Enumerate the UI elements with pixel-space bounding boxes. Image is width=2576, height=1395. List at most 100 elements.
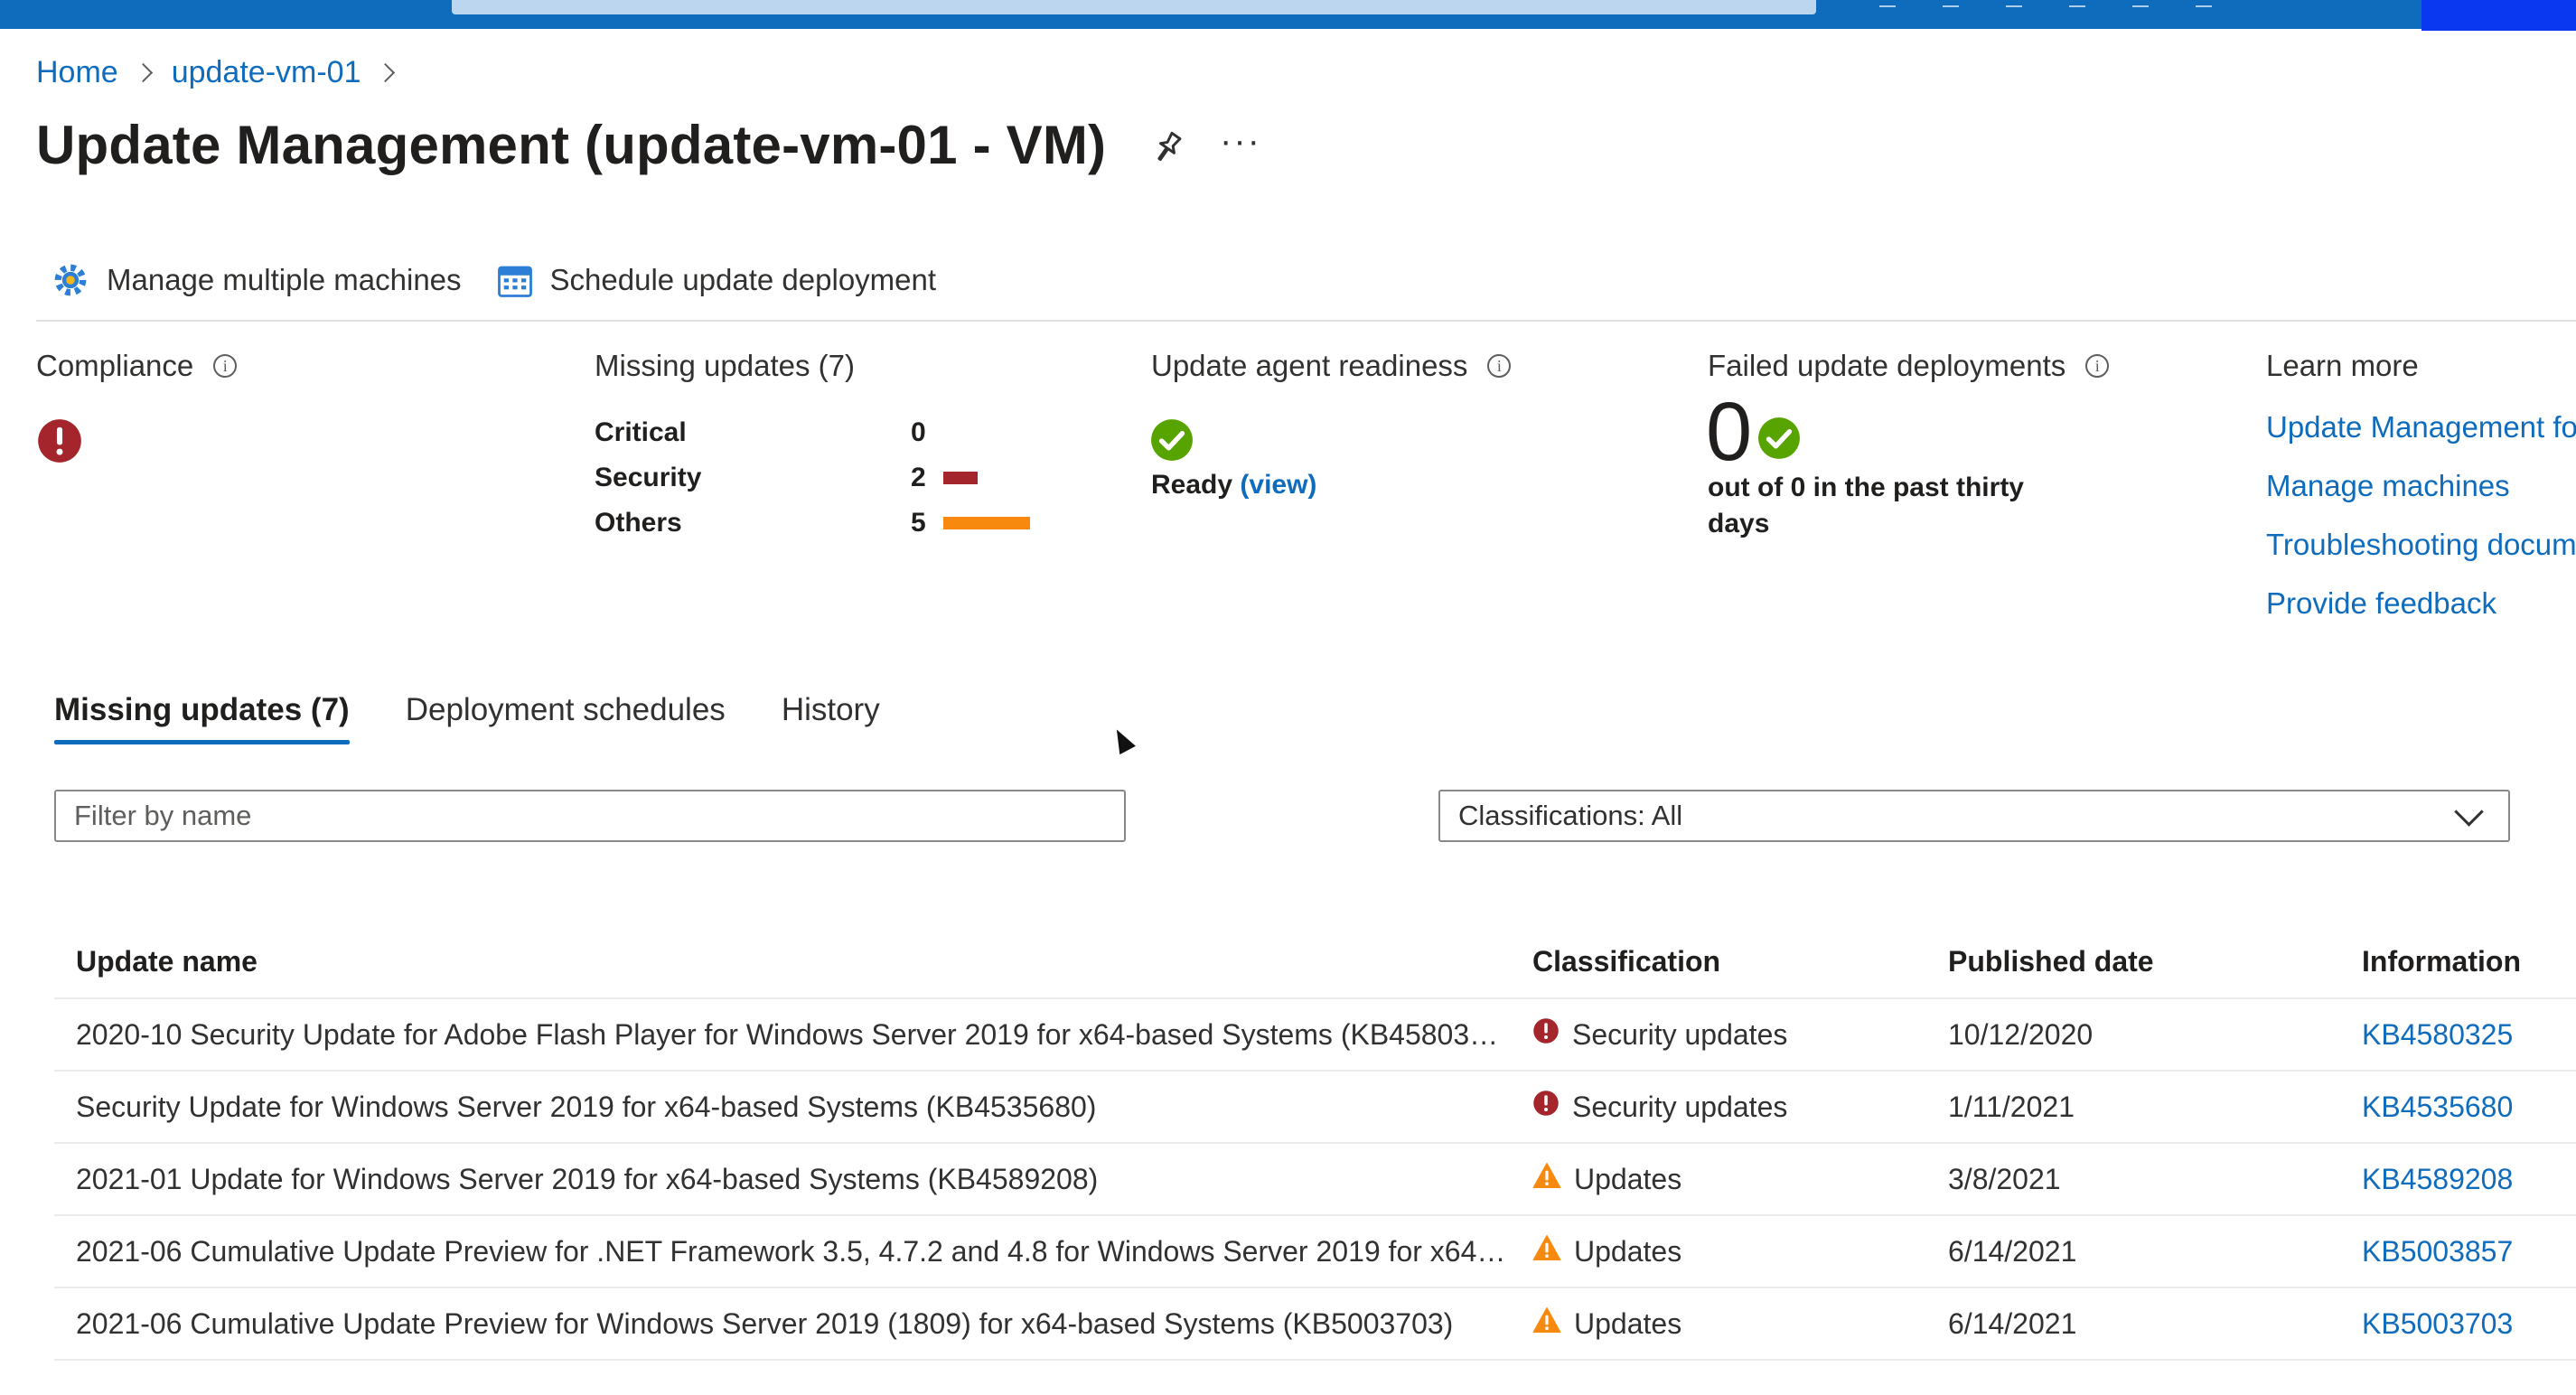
kb-article-link[interactable]: KB4580325 <box>2362 1018 2513 1051</box>
classification-cell: Updates <box>1532 1162 1948 1196</box>
feedback-icon[interactable] <box>2196 0 2212 7</box>
table-body: 2020-10 Security Update for Adobe Flash … <box>54 999 2576 1361</box>
missing-security-row: Security 2 <box>595 455 1030 501</box>
tab-history[interactable]: History <box>782 692 880 744</box>
divider <box>36 320 2576 322</box>
update-name-cell: 2021-01 Update for Windows Server 2019 f… <box>76 1162 1099 1195</box>
tab-deployment-schedules[interactable]: Deployment schedules <box>406 692 726 744</box>
missing-others-count: 5 <box>911 508 926 538</box>
cloud-shell-icon[interactable] <box>1879 0 1896 7</box>
classification-label: Security updates <box>1572 1090 1788 1123</box>
column-header-information[interactable]: Information <box>2362 945 2576 978</box>
info-icon[interactable]: i <box>213 354 238 378</box>
column-header-classification[interactable]: Classification <box>1532 945 1948 978</box>
breadcrumb-vm-link[interactable]: update-vm-01 <box>172 55 361 90</box>
learn-link-manage-machines[interactable]: Manage machines <box>2266 469 2576 528</box>
breadcrumb: Home update-vm-01 <box>36 54 414 90</box>
classification-cell: Updates <box>1532 1306 1948 1341</box>
failed-deployments-detail: out of 0 in the past thirty days <box>1708 473 2024 538</box>
missing-security-bar <box>943 472 978 484</box>
table-header: Update name Classification Published dat… <box>54 925 2576 999</box>
published-date-cell: 1/11/2021 <box>1948 1090 2075 1123</box>
more-options-button[interactable]: ··· <box>1220 121 1261 162</box>
missing-others-row: Others 5 <box>595 501 1030 546</box>
compliance-title: Compliance <box>36 349 194 382</box>
error-icon <box>1532 1090 1560 1124</box>
tab-missing-updates[interactable]: Missing updates (7) <box>54 692 350 744</box>
error-icon <box>38 419 81 463</box>
column-header-published-date[interactable]: Published date <box>1948 945 2362 978</box>
learn-link-feedback[interactable]: Provide feedback <box>2266 586 2576 645</box>
kb-article-link[interactable]: KB5003857 <box>2362 1235 2513 1268</box>
mouse-cursor <box>1109 725 1136 755</box>
checkmark-success-icon <box>1151 419 1193 461</box>
manage-multiple-machines-label: Manage multiple machines <box>107 263 462 296</box>
directory-icon[interactable] <box>1943 0 1959 7</box>
filter-by-name-input[interactable] <box>54 790 1126 842</box>
breadcrumb-home-link[interactable]: Home <box>36 55 118 90</box>
missing-others-bar <box>943 517 1030 529</box>
information-cell: KB4580325 <box>2362 1018 2576 1052</box>
classifications-dropdown[interactable]: Classifications: All <box>1438 790 2510 842</box>
table-row[interactable]: 2021-06 Cumulative Update Preview for Wi… <box>54 1288 2576 1361</box>
info-icon[interactable]: i <box>2085 354 2110 378</box>
schedule-update-deployment-button[interactable]: Schedule update deployment <box>496 261 936 299</box>
pin-icon[interactable] <box>1147 128 1187 168</box>
missing-updates-title: Missing updates (7) <box>595 349 855 382</box>
gear-icon <box>54 264 87 296</box>
failed-deployments-title: Failed update deployments <box>1708 349 2066 382</box>
missing-updates-table: Update name Classification Published dat… <box>54 925 2576 1361</box>
agent-readiness-heading: Update agent readiness i <box>1151 349 1512 383</box>
missing-others-label: Others <box>595 508 682 538</box>
warning-icon <box>1532 1306 1561 1341</box>
agent-readiness-title: Update agent readiness <box>1151 349 1468 382</box>
column-header-update-name[interactable]: Update name <box>54 945 1532 978</box>
info-icon[interactable]: i <box>1487 354 1512 378</box>
missing-security-count: 2 <box>911 463 926 492</box>
chevron-right-icon <box>376 62 396 82</box>
kb-article-link[interactable]: KB5003703 <box>2362 1307 2513 1340</box>
kb-article-link[interactable]: KB4535680 <box>2362 1091 2513 1123</box>
published-date-cell: 10/12/2020 <box>1948 1017 2094 1051</box>
failed-deployments-count: 0 <box>1706 386 1753 478</box>
update-name-cell: 2020-10 Security Update for Adobe Flash … <box>76 1017 1512 1051</box>
kb-article-link[interactable]: KB4589208 <box>2362 1163 2513 1195</box>
warning-icon <box>1532 1162 1561 1196</box>
top-bar-icons <box>1879 0 2385 11</box>
missing-security-label: Security <box>595 463 702 492</box>
command-bar: Manage multiple machines Schedule update… <box>51 255 970 305</box>
information-cell: KB5003703 <box>2362 1307 2576 1341</box>
help-icon[interactable] <box>2132 0 2149 7</box>
classification-label: Security updates <box>1572 1017 1788 1051</box>
update-name-cell: Security Update for Windows Server 2019 … <box>76 1090 1097 1123</box>
classification-label: Updates <box>1574 1162 1682 1195</box>
learn-link-troubleshooting[interactable]: Troubleshooting docum <box>2266 528 2576 586</box>
classification-label: Updates <box>1574 1234 1682 1268</box>
checkmark-success-icon <box>1758 417 1800 459</box>
settings-icon[interactable] <box>2069 0 2085 7</box>
learn-link-update-management[interactable]: Update Management fo <box>2266 410 2576 469</box>
portal-top-bar <box>0 0 2576 31</box>
table-row[interactable]: 2020-10 Security Update for Adobe Flash … <box>54 999 2576 1072</box>
table-row[interactable]: 2021-06 Cumulative Update Preview for .N… <box>54 1216 2576 1288</box>
error-icon <box>1532 1017 1560 1052</box>
table-row[interactable]: 2021-01 Update for Windows Server 2019 f… <box>54 1144 2576 1216</box>
missing-critical-count: 0 <box>911 417 926 447</box>
update-name-cell: 2021-06 Cumulative Update Preview for .N… <box>76 1234 1532 1268</box>
table-row[interactable]: Security Update for Windows Server 2019 … <box>54 1072 2576 1144</box>
classification-label: Updates <box>1574 1306 1682 1340</box>
missing-updates-breakdown: Critical 0 Security 2 Others 5 <box>595 410 1030 546</box>
calendar-icon <box>497 266 532 297</box>
account-menu[interactable] <box>2421 0 2576 31</box>
chevron-right-icon <box>133 62 153 82</box>
notifications-icon[interactable] <box>2006 0 2022 7</box>
ready-status-text: Ready <box>1151 470 1233 500</box>
classifications-value: Classifications: All <box>1458 800 1683 831</box>
chevron-down-icon <box>2454 796 2484 827</box>
global-search-box[interactable] <box>452 0 1816 14</box>
published-date-cell: 3/8/2021 <box>1948 1162 2061 1195</box>
compliance-heading: Compliance i <box>36 349 238 383</box>
manage-multiple-machines-button[interactable]: Manage multiple machines <box>51 260 462 300</box>
classification-cell: Security updates <box>1532 1090 1948 1124</box>
view-readiness-link[interactable]: (view) <box>1240 470 1316 500</box>
